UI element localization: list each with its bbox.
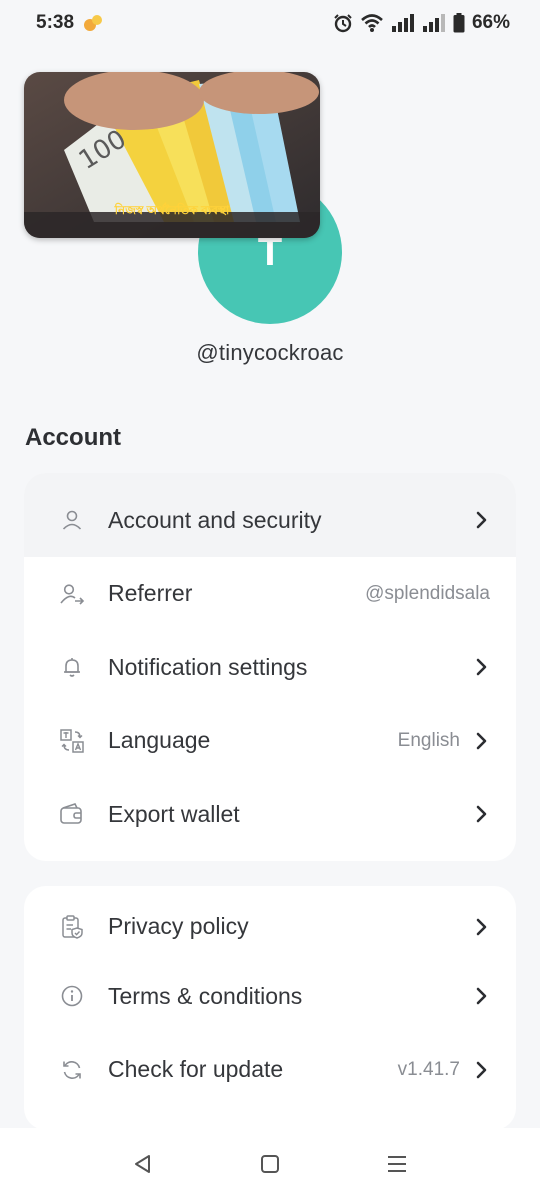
chevron-right-icon xyxy=(474,1060,490,1080)
chevron-right-icon xyxy=(474,986,490,1006)
chevron-right-icon xyxy=(474,510,490,530)
row-label: Referrer xyxy=(108,580,193,607)
translate-icon xyxy=(58,727,86,755)
chevron-right-icon xyxy=(474,657,490,677)
refresh-icon xyxy=(58,1056,86,1084)
banner-image[interactable]: 100 নিজস্ব অর্থনৈতিক ব্যবস্থা xyxy=(24,72,320,238)
alarm-icon xyxy=(333,13,353,33)
notification-settings-row[interactable]: Notification settings xyxy=(24,631,516,705)
signal-icon xyxy=(422,13,446,33)
language-value: English xyxy=(397,729,460,751)
account-and-security-row[interactable]: Account and security xyxy=(24,473,516,557)
signal-icon xyxy=(391,13,415,33)
referrer-value: @splendidsala xyxy=(365,582,490,604)
section-title-account: Account xyxy=(25,424,121,451)
status-bar: 5:38 66% xyxy=(0,0,540,46)
bell-icon xyxy=(58,653,86,681)
banner-caption: নিজস্ব অর্থনৈতিক ব্যবস্থা xyxy=(114,203,230,217)
chevron-right-icon xyxy=(474,804,490,824)
user-icon xyxy=(58,506,86,534)
battery-percent: 66% xyxy=(471,12,510,33)
battery-icon xyxy=(453,13,465,33)
user-arrow-icon xyxy=(58,580,86,608)
row-label: Privacy policy xyxy=(108,913,249,940)
referrer-row[interactable]: Referrer @splendidsala xyxy=(24,557,516,631)
row-label: Language xyxy=(108,727,211,754)
clipboard-shield-icon xyxy=(58,913,86,941)
app-version: v1.41.7 xyxy=(397,1058,460,1080)
status-time: 5:38 xyxy=(36,12,75,33)
chevron-right-icon xyxy=(474,917,490,937)
row-label: Notification settings xyxy=(108,653,308,680)
row-label: Check for update xyxy=(108,1056,284,1083)
export-wallet-row[interactable]: Export wallet xyxy=(24,778,516,852)
language-row[interactable]: Language English xyxy=(24,704,516,778)
status-right: 66% xyxy=(333,12,510,34)
terms-and-conditions-row[interactable]: Terms & conditions xyxy=(24,960,516,1034)
privacy-policy-row[interactable]: Privacy policy xyxy=(24,886,516,960)
system-nav-bar xyxy=(0,1128,540,1200)
info-icon xyxy=(58,982,86,1010)
chevron-right-icon xyxy=(474,731,490,751)
home-icon[interactable] xyxy=(250,1144,290,1184)
wallet-icon xyxy=(58,800,86,828)
back-icon[interactable] xyxy=(123,1144,163,1184)
status-left: 5:38 xyxy=(36,12,104,34)
username: @tinycockroac xyxy=(196,340,344,365)
app-notification-icon xyxy=(82,13,104,33)
menu-icon[interactable] xyxy=(377,1144,417,1184)
about-card: Privacy policy Terms & conditions Check … xyxy=(24,886,516,1130)
account-settings-card: Account and security Referrer @splendids… xyxy=(24,473,516,861)
row-label: Terms & conditions xyxy=(108,982,303,1009)
check-for-update-row[interactable]: Check for update v1.41.7 xyxy=(24,1033,516,1107)
wifi-icon xyxy=(360,13,384,33)
row-label: Account and security xyxy=(108,506,322,533)
row-label: Export wallet xyxy=(108,800,240,827)
